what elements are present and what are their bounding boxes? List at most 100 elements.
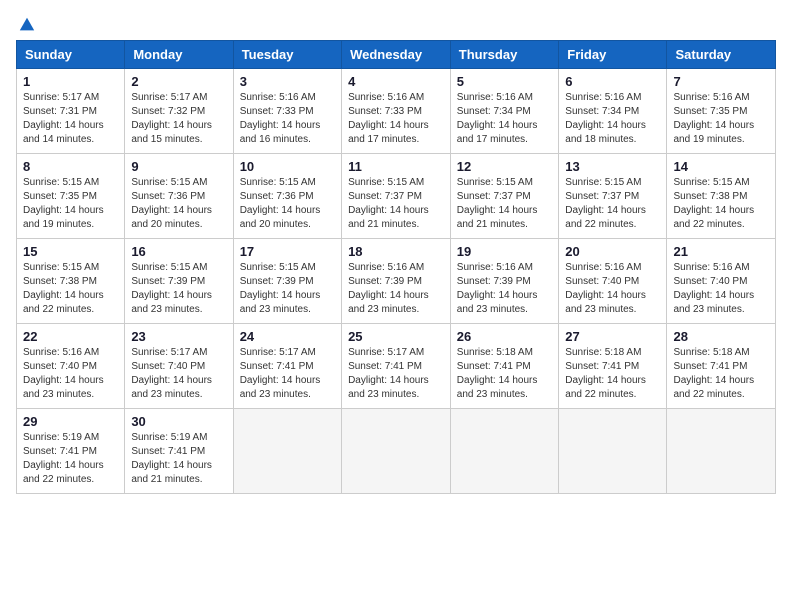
calendar-cell: 20 Sunrise: 5:16 AMSunset: 7:40 PMDayligh… <box>559 239 667 324</box>
calendar-cell: 19 Sunrise: 5:16 AMSunset: 7:39 PMDayligh… <box>450 239 559 324</box>
calendar-cell: 25 Sunrise: 5:17 AMSunset: 7:41 PMDayligh… <box>342 324 451 409</box>
calendar-table: SundayMondayTuesdayWednesdayThursdayFrid… <box>16 40 776 494</box>
day-info: Sunrise: 5:17 AMSunset: 7:41 PMDaylight:… <box>240 346 335 402</box>
day-info: Sunrise: 5:17 AMSunset: 7:31 PMDaylight:… <box>23 91 118 147</box>
day-info: Sunrise: 5:15 AMSunset: 7:37 PMDaylight:… <box>565 176 660 232</box>
day-number: 6 <box>565 74 660 89</box>
calendar-cell: 13 Sunrise: 5:15 AMSunset: 7:37 PMDayligh… <box>559 154 667 239</box>
calendar-cell: 11Sunrise: 5:15 AMSunset: 7:37 PMDayligh… <box>342 154 451 239</box>
day-info: Sunrise: 5:19 AMSunset: 7:41 PMDaylight:… <box>23 431 118 487</box>
day-info: Sunrise: 5:15 AMSunset: 7:39 PMDaylight:… <box>240 261 335 317</box>
table-row: 1 Sunrise: 5:17 AMSunset: 7:31 PMDaylight… <box>17 69 776 154</box>
day-number: 17 <box>240 244 335 259</box>
calendar-cell: 17 Sunrise: 5:15 AMSunset: 7:39 PMDayligh… <box>233 239 341 324</box>
day-number: 21 <box>673 244 769 259</box>
day-info: Sunrise: 5:16 AMSunset: 7:34 PMDaylight:… <box>457 91 553 147</box>
weekday-header: Saturday <box>667 41 776 69</box>
day-number: 30 <box>131 414 226 429</box>
day-number: 15 <box>23 244 118 259</box>
logo-icon <box>18 16 36 34</box>
calendar-cell: 1 Sunrise: 5:17 AMSunset: 7:31 PMDaylight… <box>17 69 125 154</box>
calendar-cell: 4 Sunrise: 5:16 AMSunset: 7:33 PMDaylight… <box>342 69 451 154</box>
day-number: 1 <box>23 74 118 89</box>
day-info: Sunrise: 5:16 AMSunset: 7:33 PMDaylight:… <box>240 91 335 147</box>
day-number: 9 <box>131 159 226 174</box>
day-number: 22 <box>23 329 118 344</box>
day-number: 18 <box>348 244 444 259</box>
day-number: 26 <box>457 329 553 344</box>
calendar-cell: 6 Sunrise: 5:16 AMSunset: 7:34 PMDaylight… <box>559 69 667 154</box>
day-info: Sunrise: 5:18 AMSunset: 7:41 PMDaylight:… <box>565 346 660 402</box>
day-info: Sunrise: 5:16 AMSunset: 7:40 PMDaylight:… <box>23 346 118 402</box>
calendar-cell <box>342 409 451 494</box>
logo <box>16 16 36 30</box>
day-info: Sunrise: 5:15 AMSunset: 7:38 PMDaylight:… <box>673 176 769 232</box>
calendar-cell: 27 Sunrise: 5:18 AMSunset: 7:41 PMDayligh… <box>559 324 667 409</box>
day-info: Sunrise: 5:18 AMSunset: 7:41 PMDaylight:… <box>457 346 553 402</box>
weekday-header: Thursday <box>450 41 559 69</box>
day-number: 4 <box>348 74 444 89</box>
day-info: Sunrise: 5:19 AMSunset: 7:41 PMDaylight:… <box>131 431 226 487</box>
day-info: Sunrise: 5:17 AMSunset: 7:32 PMDaylight:… <box>131 91 226 147</box>
page-header <box>16 16 776 30</box>
calendar-cell: 10 Sunrise: 5:15 AMSunset: 7:36 PMDayligh… <box>233 154 341 239</box>
table-row: 29 Sunrise: 5:19 AMSunset: 7:41 PMDayligh… <box>17 409 776 494</box>
day-info: Sunrise: 5:16 AMSunset: 7:39 PMDaylight:… <box>348 261 444 317</box>
weekday-header: Wednesday <box>342 41 451 69</box>
day-number: 24 <box>240 329 335 344</box>
day-number: 13 <box>565 159 660 174</box>
day-number: 11 <box>348 159 444 174</box>
day-info: Sunrise: 5:15 AMSunset: 7:38 PMDaylight:… <box>23 261 118 317</box>
day-info: Sunrise: 5:16 AMSunset: 7:39 PMDaylight:… <box>457 261 553 317</box>
day-number: 25 <box>348 329 444 344</box>
calendar-header-row: SundayMondayTuesdayWednesdayThursdayFrid… <box>17 41 776 69</box>
day-info: Sunrise: 5:17 AMSunset: 7:40 PMDaylight:… <box>131 346 226 402</box>
day-number: 16 <box>131 244 226 259</box>
calendar-cell: 14Sunrise: 5:15 AMSunset: 7:38 PMDayligh… <box>667 154 776 239</box>
calendar-cell: 12Sunrise: 5:15 AMSunset: 7:37 PMDayligh… <box>450 154 559 239</box>
day-info: Sunrise: 5:16 AMSunset: 7:35 PMDaylight:… <box>673 91 769 147</box>
calendar-cell: 21 Sunrise: 5:16 AMSunset: 7:40 PMDayligh… <box>667 239 776 324</box>
calendar-cell: 16Sunrise: 5:15 AMSunset: 7:39 PMDayligh… <box>125 239 233 324</box>
calendar-cell: 22 Sunrise: 5:16 AMSunset: 7:40 PMDayligh… <box>17 324 125 409</box>
day-info: Sunrise: 5:15 AMSunset: 7:36 PMDaylight:… <box>131 176 226 232</box>
day-number: 8 <box>23 159 118 174</box>
day-number: 20 <box>565 244 660 259</box>
day-number: 19 <box>457 244 553 259</box>
calendar-cell: 9 Sunrise: 5:15 AMSunset: 7:36 PMDaylight… <box>125 154 233 239</box>
day-info: Sunrise: 5:16 AMSunset: 7:34 PMDaylight:… <box>565 91 660 147</box>
day-info: Sunrise: 5:16 AMSunset: 7:40 PMDaylight:… <box>673 261 769 317</box>
calendar-cell: 30 Sunrise: 5:19 AMSunset: 7:41 PMDayligh… <box>125 409 233 494</box>
calendar-cell: 5 Sunrise: 5:16 AMSunset: 7:34 PMDaylight… <box>450 69 559 154</box>
calendar-cell: 15 Sunrise: 5:15 AMSunset: 7:38 PMDayligh… <box>17 239 125 324</box>
calendar-cell: 3 Sunrise: 5:16 AMSunset: 7:33 PMDaylight… <box>233 69 341 154</box>
day-info: Sunrise: 5:15 AMSunset: 7:37 PMDaylight:… <box>457 176 553 232</box>
weekday-header: Friday <box>559 41 667 69</box>
day-number: 28 <box>673 329 769 344</box>
day-number: 2 <box>131 74 226 89</box>
table-row: 8Sunrise: 5:15 AMSunset: 7:35 PMDaylight… <box>17 154 776 239</box>
calendar-cell: 18 Sunrise: 5:16 AMSunset: 7:39 PMDayligh… <box>342 239 451 324</box>
day-info: Sunrise: 5:17 AMSunset: 7:41 PMDaylight:… <box>348 346 444 402</box>
calendar-cell: 2 Sunrise: 5:17 AMSunset: 7:32 PMDaylight… <box>125 69 233 154</box>
weekday-header: Tuesday <box>233 41 341 69</box>
calendar-cell: 7Sunrise: 5:16 AMSunset: 7:35 PMDaylight… <box>667 69 776 154</box>
weekday-header: Monday <box>125 41 233 69</box>
day-info: Sunrise: 5:16 AMSunset: 7:40 PMDaylight:… <box>565 261 660 317</box>
day-number: 27 <box>565 329 660 344</box>
day-number: 5 <box>457 74 553 89</box>
day-info: Sunrise: 5:16 AMSunset: 7:33 PMDaylight:… <box>348 91 444 147</box>
calendar-cell: 24 Sunrise: 5:17 AMSunset: 7:41 PMDayligh… <box>233 324 341 409</box>
day-number: 29 <box>23 414 118 429</box>
day-info: Sunrise: 5:15 AMSunset: 7:36 PMDaylight:… <box>240 176 335 232</box>
day-info: Sunrise: 5:18 AMSunset: 7:41 PMDaylight:… <box>673 346 769 402</box>
day-number: 10 <box>240 159 335 174</box>
calendar-cell: 28 Sunrise: 5:18 AMSunset: 7:41 PMDayligh… <box>667 324 776 409</box>
calendar-cell <box>450 409 559 494</box>
day-number: 3 <box>240 74 335 89</box>
calendar-cell: 23 Sunrise: 5:17 AMSunset: 7:40 PMDayligh… <box>125 324 233 409</box>
calendar-cell: 8Sunrise: 5:15 AMSunset: 7:35 PMDaylight… <box>17 154 125 239</box>
day-number: 23 <box>131 329 226 344</box>
calendar-cell <box>667 409 776 494</box>
calendar-cell <box>559 409 667 494</box>
